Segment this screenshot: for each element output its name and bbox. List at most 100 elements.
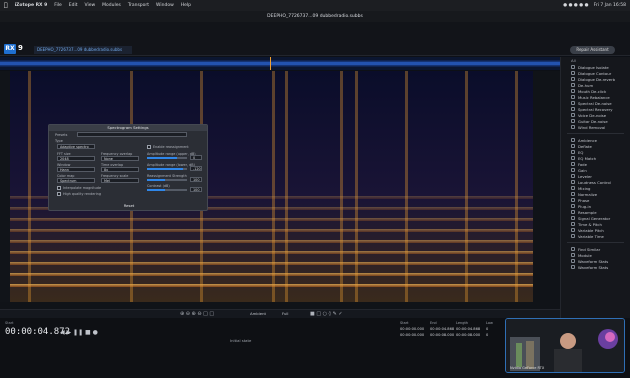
module-label: Module — [578, 252, 592, 258]
tool-icons[interactable]: ■ □ ○ ◊ ✎ ✓ — [310, 311, 343, 317]
module-label: Variable Time — [578, 233, 604, 239]
amplitude-axis — [0, 71, 10, 302]
amp-upper-value[interactable]: 0 — [190, 155, 202, 160]
hq-rendering-label: High quality rendering — [63, 192, 101, 196]
utility-item[interactable]: Variable Time — [561, 233, 630, 239]
freq-overlap-dropdown[interactable]: None — [101, 156, 139, 161]
module-label: Signal Generator — [578, 215, 611, 221]
module-icon — [571, 113, 575, 117]
menu-modules[interactable]: Modules — [102, 3, 121, 8]
amp-lower-label: Amplitude range (lower, dB) — [147, 163, 195, 167]
module-label: Spectral De-noise — [578, 100, 612, 106]
module-icon — [571, 125, 575, 129]
module-icon — [571, 198, 575, 202]
harmonic-band — [10, 284, 533, 287]
module-label: Mouth De-click — [578, 88, 607, 94]
module-label: Guitar De-noise — [578, 118, 608, 124]
sel-end[interactable]: 00:00:04.868 — [430, 327, 454, 331]
module-icon — [571, 247, 575, 251]
repair-assistant-button[interactable]: Repair Assistant — [570, 46, 615, 54]
status-icons[interactable]: ● ● ● ● ● — [563, 3, 588, 8]
module-label: Resample — [578, 209, 597, 215]
transport-controls[interactable]: ◀ ▶ ❚❚ ■ ● — [60, 329, 98, 336]
zoom-mode[interactable]: Full — [282, 311, 289, 316]
reassign-slider[interactable] — [147, 179, 187, 181]
spectro-mode[interactable]: Ambient — [250, 311, 266, 316]
module-icon — [571, 77, 575, 81]
view-start[interactable]: 00:00:00.000 — [400, 333, 424, 337]
harmonic-band — [10, 262, 533, 265]
module-icon — [571, 138, 575, 142]
color-map-dropdown[interactable]: Spectrum — [57, 178, 95, 183]
module-label: Fade — [578, 161, 587, 167]
zoom-icons[interactable]: ⊕ ⊖ ⊕ ⊖ □ □ — [180, 311, 214, 317]
sel-length[interactable]: 00:00:04.868 — [456, 327, 480, 331]
interpolate-label: Interpolate magnitude — [63, 186, 102, 190]
module-label: Normalize — [578, 191, 598, 197]
view-end[interactable]: 00:00:08.000 — [430, 333, 454, 337]
amp-lower-slider[interactable] — [147, 168, 187, 170]
module-icon — [571, 192, 575, 196]
enable-reassignment-checkbox[interactable] — [147, 144, 151, 149]
amp-lower-value[interactable]: -120 — [190, 166, 202, 171]
module-icon — [571, 101, 575, 105]
repair-item[interactable]: Wind Removal — [561, 124, 630, 130]
onset-streak — [515, 71, 518, 302]
module-filter[interactable]: All — [561, 57, 630, 64]
webcam-overlay: Nvidia GeForce RTX — [505, 318, 625, 373]
module-label: Music Rebalance — [578, 94, 610, 100]
module-icon — [571, 107, 575, 111]
onset-streak — [285, 71, 288, 302]
freq-scale-dropdown[interactable]: Mel — [101, 178, 139, 183]
view-controls-bar: Ambient Full ⊕ ⊖ ⊕ ⊖ □ □ ■ □ ○ ◊ ✎ ✓ — [0, 309, 560, 318]
reassign-label: Reassignment Strength — [147, 174, 187, 178]
onset-streak — [340, 71, 343, 302]
view-low[interactable]: 0 — [486, 333, 488, 337]
menu-file[interactable]: File — [54, 3, 62, 8]
apple-icon[interactable]:  — [4, 2, 8, 9]
clock[interactable]: Fri 7 Jan 16:58 — [594, 3, 626, 8]
amp-upper-slider[interactable] — [147, 157, 187, 159]
view-length[interactable]: 00:00:08.000 — [456, 333, 480, 337]
module-icon — [571, 180, 575, 184]
module-icon — [571, 234, 575, 238]
sel-low[interactable]: 0 — [486, 327, 488, 331]
module-label: De-hum — [578, 82, 594, 88]
module-label: Leveler — [578, 173, 592, 179]
rx-logo-icon: RX — [4, 44, 16, 54]
app-menu[interactable]: iZotope RX 9 — [15, 3, 48, 8]
module-icon — [571, 222, 575, 226]
menu-edit[interactable]: Edit — [69, 3, 78, 8]
menu-view[interactable]: View — [84, 3, 95, 8]
module-icon — [571, 119, 575, 123]
window-dropdown[interactable]: Hann — [57, 167, 95, 172]
module-icon — [571, 144, 575, 148]
time-axis — [0, 302, 560, 309]
module-icon — [571, 210, 575, 214]
module-list-panel: All Dialogue Isolate Dialogue Contour Dial… — [560, 57, 630, 318]
file-tab[interactable]: DEEPHO_7726737...09 dubbedradio.subbs — [34, 46, 132, 54]
contrast-value[interactable]: 100 — [190, 187, 202, 192]
reset-button[interactable]: Reset — [109, 203, 149, 209]
module-label: Ambience — [578, 137, 597, 143]
hq-rendering-checkbox[interactable] — [57, 192, 61, 196]
sel-header-low: Low — [486, 321, 493, 325]
interpolate-checkbox[interactable] — [57, 186, 61, 190]
menu-help[interactable]: Help — [181, 3, 191, 8]
menu-transport[interactable]: Transport — [128, 3, 149, 8]
menu-window[interactable]: Window — [156, 3, 174, 8]
bottom-item[interactable]: Waveform Stats — [561, 264, 630, 270]
time-overlap-dropdown[interactable]: 8x — [101, 167, 139, 172]
type-dropdown[interactable]: Adaptive spectro — [57, 144, 95, 149]
contrast-label: Contrast (dB) — [147, 184, 170, 188]
frequency-axis — [533, 71, 560, 302]
contrast-slider[interactable] — [147, 189, 187, 191]
onset-streak — [465, 71, 468, 302]
fft-dropdown[interactable]: 2048 — [57, 156, 95, 161]
presets-dropdown[interactable] — [77, 132, 187, 137]
sel-start[interactable]: 00:00:00.000 — [400, 327, 424, 331]
window-title: DEEPHO_7726737...09 dubbedradio.subbs — [267, 14, 363, 19]
reassign-value[interactable]: 100 — [190, 177, 202, 182]
waveform-overview[interactable] — [0, 57, 560, 70]
divider — [567, 133, 624, 134]
